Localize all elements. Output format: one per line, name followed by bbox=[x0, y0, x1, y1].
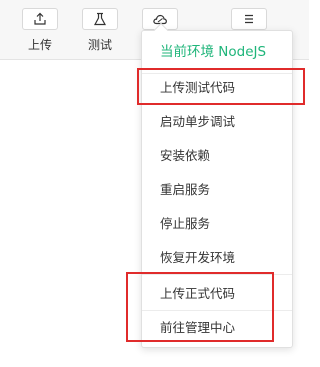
hamburger-menu-icon bbox=[243, 13, 255, 25]
menu-item-stop-service[interactable]: 停止服务 bbox=[142, 207, 292, 241]
test-tool[interactable]: 测试 bbox=[80, 8, 120, 53]
menu-item-install-dependencies[interactable]: 安装依赖 bbox=[142, 139, 292, 173]
upload-button[interactable] bbox=[22, 8, 58, 30]
menu-item-upload-test-code[interactable]: 上传测试代码 bbox=[142, 71, 292, 105]
menu-button[interactable] bbox=[231, 8, 267, 30]
test-button[interactable] bbox=[82, 8, 118, 30]
environment-dropdown-menu: 当前环境 NodeJS 上传测试代码 启动单步调试 安装依赖 重启服务 停止服务… bbox=[141, 22, 293, 348]
upload-tool[interactable]: 上传 bbox=[20, 8, 60, 53]
current-environment-label: 当前环境 NodeJS bbox=[160, 44, 267, 60]
menu-tool[interactable] bbox=[229, 8, 269, 30]
menu-item-start-step-debug[interactable]: 启动单步调试 bbox=[142, 105, 292, 139]
menu-item-go-to-admin-center[interactable]: 前往管理中心 bbox=[142, 311, 292, 345]
menu-item-restart-service[interactable]: 重启服务 bbox=[142, 173, 292, 207]
menu-separator bbox=[142, 274, 292, 275]
test-label: 测试 bbox=[87, 38, 112, 52]
upload-icon bbox=[33, 12, 47, 26]
upload-label: 上传 bbox=[27, 38, 52, 52]
flask-icon bbox=[93, 12, 107, 26]
app-root: 上传 测试 当前环境 NodeJS 上传测试代码 启动单步调试 安装依赖 重启服… bbox=[0, 0, 309, 367]
menu-item-upload-release-code[interactable]: 上传正式代码 bbox=[142, 277, 292, 311]
menu-item-restore-dev-environment[interactable]: 恢复开发环境 bbox=[142, 241, 292, 275]
